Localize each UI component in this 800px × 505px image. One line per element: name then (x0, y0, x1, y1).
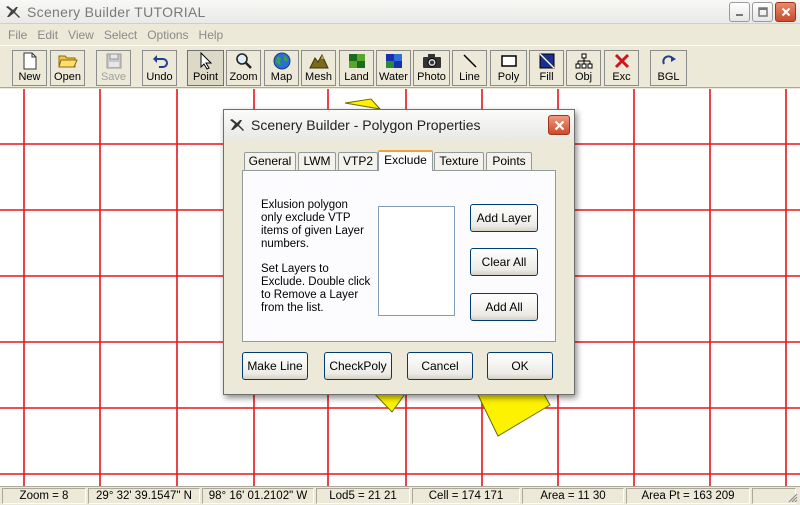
land-class-icon (347, 52, 367, 70)
point-button[interactable]: Point (187, 50, 224, 86)
poly-button[interactable]: Poly (490, 50, 527, 86)
line-button[interactable]: Line (452, 50, 487, 86)
exclusion-description: Exlusion polygon only exclude VTP items … (261, 199, 364, 250)
fill-button[interactable]: Fill (529, 50, 564, 86)
tab-points[interactable]: Points (486, 152, 532, 170)
dialog-title-bar: Scenery Builder - Polygon Properties (224, 110, 574, 140)
close-window-button[interactable] (775, 2, 796, 22)
magnifier-icon (234, 52, 254, 70)
status-area-pt: Area Pt = 163 209 (626, 488, 750, 504)
scenery-builder-window: Scenery Builder TUTORIAL File Edit View … (0, 0, 800, 505)
exclude-layer-list[interactable] (378, 206, 455, 316)
airplane-app-icon (228, 116, 246, 134)
polygon-shape-top[interactable] (344, 98, 382, 110)
bgl-button[interactable]: BGL (650, 50, 687, 86)
globe-icon (272, 52, 292, 70)
status-latitude: 29° 32' 39.1547" N (88, 488, 200, 504)
resize-grip-icon[interactable] (786, 491, 798, 503)
window-title: Scenery Builder TUTORIAL (27, 3, 206, 20)
open-button[interactable]: Open (50, 50, 85, 86)
polygon-properties-dialog: Scenery Builder - Polygon Properties Gen… (223, 109, 575, 395)
ok-button[interactable]: OK (487, 352, 553, 380)
floppy-disk-icon (104, 52, 124, 70)
camera-icon (422, 52, 442, 70)
menu-options[interactable]: Options (143, 28, 194, 42)
minimize-button[interactable] (729, 2, 750, 22)
tab-texture[interactable]: Texture (434, 152, 484, 170)
close-icon (781, 7, 790, 17)
dialog-close-button[interactable] (548, 115, 570, 135)
exc-button[interactable]: Exc (604, 50, 639, 86)
new-file-icon (20, 52, 40, 70)
compile-arrow-icon (659, 52, 679, 70)
water-button[interactable]: Water (376, 50, 411, 86)
tab-lwm[interactable]: LWM (298, 152, 336, 170)
line-tool-icon (460, 52, 480, 70)
dialog-title: Scenery Builder - Polygon Properties (251, 117, 481, 133)
menu-edit[interactable]: Edit (33, 28, 64, 42)
menu-file[interactable]: File (4, 28, 33, 42)
fill-tool-icon (537, 52, 557, 70)
close-icon (554, 120, 564, 130)
menu-bar: File Edit View Select Options Help (0, 24, 800, 45)
tab-exclude[interactable]: Exclude (378, 150, 433, 171)
menu-help[interactable]: Help (195, 28, 230, 42)
toolbar: New Open Save Undo Point Zoom Map Mesh L… (0, 45, 800, 88)
add-all-button[interactable]: Add All (470, 293, 538, 321)
make-line-button[interactable]: Make Line (242, 352, 308, 380)
minimize-icon (735, 14, 743, 16)
photo-button[interactable]: Photo (413, 50, 450, 86)
maximize-button[interactable] (752, 2, 773, 22)
obj-button[interactable]: Obj (566, 50, 601, 86)
map-button[interactable]: Map (264, 50, 299, 86)
status-bar: Zoom = 8 29° 32' 39.1547" N 98° 16' 01.2… (0, 486, 800, 505)
status-cell: Cell = 174 171 (412, 488, 520, 504)
clear-all-button[interactable]: Clear All (470, 248, 538, 276)
status-lod5: Lod5 = 21 21 (316, 488, 410, 504)
pointer-arrow-icon (196, 52, 216, 70)
open-folder-icon (57, 52, 78, 70)
polygon-tool-icon (499, 52, 519, 70)
land-button[interactable]: Land (339, 50, 374, 86)
undo-arrow-icon (150, 52, 170, 70)
undo-button[interactable]: Undo (142, 50, 177, 86)
tab-general[interactable]: General (244, 152, 296, 170)
exclude-x-icon (612, 52, 632, 70)
maximize-icon (757, 7, 768, 17)
object-tree-icon (574, 52, 594, 70)
status-longitude: 98° 16' 01.2102" W (202, 488, 314, 504)
check-poly-button[interactable]: CheckPoly (324, 352, 392, 380)
cancel-button[interactable]: Cancel (407, 352, 473, 380)
terrain-mesh-icon (308, 52, 329, 70)
tab-vtp2[interactable]: VTP2 (338, 152, 378, 170)
airplane-app-icon (4, 3, 22, 21)
status-area: Area = 11 30 (522, 488, 624, 504)
menu-view[interactable]: View (64, 28, 100, 42)
title-bar: Scenery Builder TUTORIAL (0, 0, 800, 24)
add-layer-button[interactable]: Add Layer (470, 204, 538, 232)
water-class-icon (384, 52, 404, 70)
new-button[interactable]: New (12, 50, 47, 86)
mesh-button[interactable]: Mesh (301, 50, 336, 86)
zoom-button[interactable]: Zoom (226, 50, 261, 86)
menu-select[interactable]: Select (100, 28, 143, 42)
exclude-tab-panel: Exlusion polygon only exclude VTP items … (242, 170, 556, 342)
save-button[interactable]: Save (96, 50, 131, 86)
layer-instructions: Set Layers to Exclude. Double click to R… (261, 263, 371, 314)
status-zoom: Zoom = 8 (2, 488, 86, 504)
